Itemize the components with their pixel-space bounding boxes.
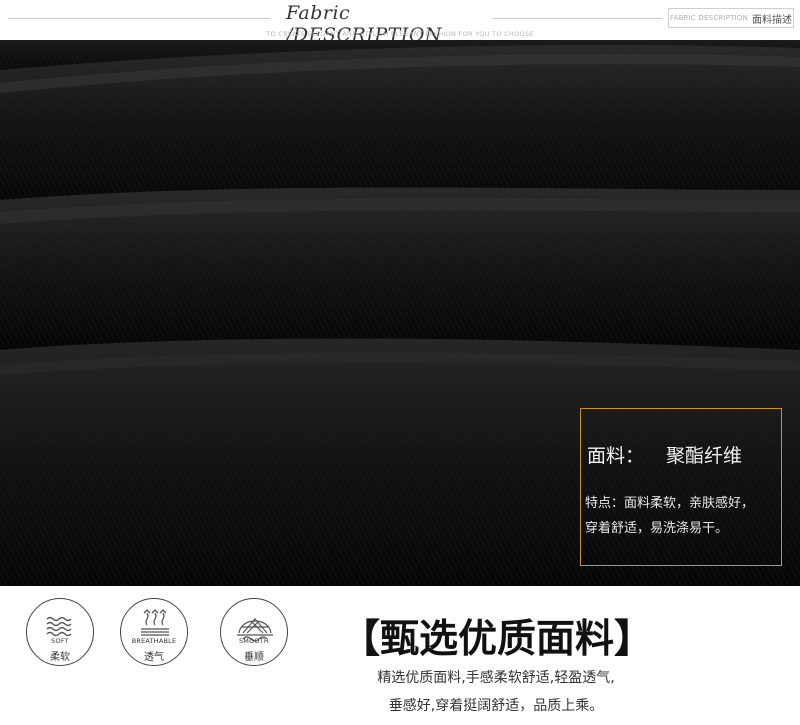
page-subtitle: TO CREATE ELEGANT AND STYLISH ELEGANT FA… [266,30,534,38]
badge-breathable: BREATHABLE 透气 [120,598,188,666]
description-line-2: 垂感好,穿着挺阔舒适，品质上乘。 [388,698,604,714]
feature-line-2: 穿着舒适，易洗涤易干。 [585,521,729,536]
badge-soft-zh: 柔软 [50,652,70,663]
fabric-label: 面料： [587,445,645,467]
feature-line-1: 特点：面料柔软，亲肤感好， [585,496,755,511]
header-divider-right [492,18,662,19]
title-italic: Fabric [286,2,351,24]
badge-breathable-zh: 透气 [144,652,164,663]
badge-soft-en: SOFT [51,637,69,645]
fabric-value: 聚酯纤维 [666,445,743,467]
section-tag: FABRIC DESCRIPTION 面料描述 [668,8,794,28]
headline: 【甄选优质面料】 [340,617,653,662]
badge-breathable-en: BREATHABLE [131,637,177,645]
badge-smooth-en: SMOOTH [238,637,270,645]
badge-soft: SOFT 柔软 [26,598,94,666]
fabric-features: 特点：面料柔软，亲肤感好， 穿着舒适，易洗涤易干。 [585,491,754,541]
description-line-1: 精选优质面料,手感柔软舒适,轻盈透气, [377,670,615,686]
header-bar: Fabric /DESCRIPTION TO CREATE ELEGANT AN… [0,0,800,46]
section-tag-zh: 面料描述 [752,14,792,26]
section-tag-en: FABRIC DESCRIPTION [670,14,748,22]
badge-smooth: SMOOTH 垂顺 [220,598,288,666]
badge-smooth-zh: 垂顺 [244,652,264,663]
description: 精选优质面料,手感柔软舒适,轻盈透气, 垂感好,穿着挺阔舒适，品质上乘。 [346,664,646,720]
fabric-photo: 面料： 聚酯纤维 特点：面料柔软，亲肤感好， 穿着舒适，易洗涤易干。 [0,40,800,586]
header-divider-left [8,18,270,19]
fabric-info-box: 面料： 聚酯纤维 特点：面料柔软，亲肤感好， 穿着舒适，易洗涤易干。 [580,408,782,566]
fabric-material-line: 面料： 聚酯纤维 [587,441,742,468]
